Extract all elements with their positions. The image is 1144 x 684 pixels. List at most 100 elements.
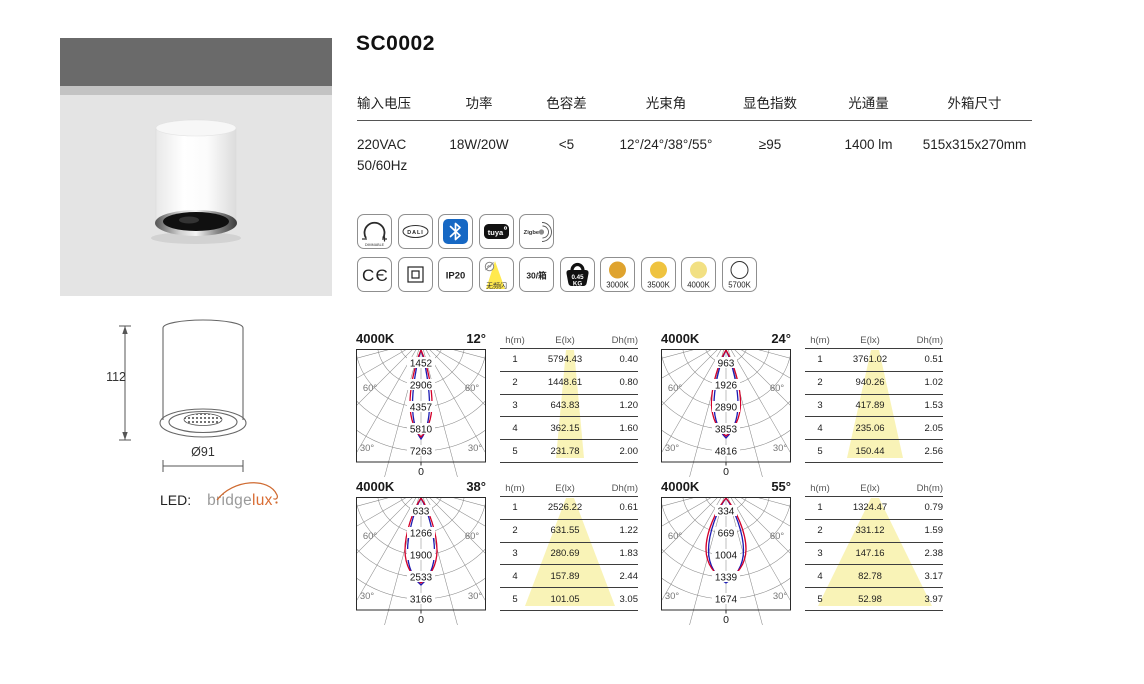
table-cell: 5: [500, 446, 530, 457]
table-row: 4157.892.44: [500, 565, 638, 588]
table-row: 3147.162.38: [805, 543, 943, 566]
photometric-set-24°: 4000K24°963192628903853481660°60°30°30°0…: [661, 331, 1107, 481]
photometric-set-55°: 4000K55°33466910041339167460°60°30°30°0h…: [661, 479, 1107, 629]
table-cell: 235.06: [835, 423, 905, 434]
diagram-header: 4000K55°: [661, 479, 791, 496]
table-header-cell: h(m): [500, 483, 530, 494]
svg-text:4357: 4357: [410, 403, 433, 414]
cct-5700k-icon: 5700K: [723, 258, 756, 291]
table-cell: 2.44: [600, 571, 638, 582]
cct-3000k-icon: 3000K: [600, 257, 635, 292]
spec-table: 输入电压功率色容差光束角显色指数光通量外箱尺寸 220VAC50/60Hz18W…: [357, 92, 1032, 176]
product-photo: [60, 38, 332, 296]
svg-text:KG: KG: [572, 281, 581, 288]
illuminance-table: h(m)E(lx)Dh(m)12526.220.612631.551.22328…: [500, 481, 638, 611]
svg-text:60°: 60°: [668, 531, 683, 542]
svg-text:4816: 4816: [715, 447, 738, 458]
no-flicker-icon: 无频闪: [480, 258, 513, 291]
led-brand-row: LED: bridgelux: [160, 492, 273, 510]
svg-text:1339: 1339: [715, 573, 738, 584]
svg-text:1004: 1004: [715, 551, 738, 562]
svg-text:963: 963: [718, 359, 735, 370]
qty-per-carton-icon: 30/箱: [519, 257, 554, 292]
svg-text:60°: 60°: [465, 383, 480, 394]
polar-plot: 633126619002533316660°60°30°30°0: [356, 497, 486, 630]
spec-header: 外箱尺寸: [917, 92, 1032, 112]
tuya-icon: tuya: [479, 214, 514, 249]
table-cell: 643.83: [530, 400, 600, 411]
svg-text:30/箱: 30/箱: [526, 271, 547, 281]
diagram-header: 4000K38°: [356, 479, 486, 496]
table-cell: 3: [805, 548, 835, 559]
ce-mark-icon: CЄ: [357, 257, 392, 292]
table-header-row: h(m)E(lx)Dh(m): [500, 481, 638, 497]
cct-label: 4000K: [356, 331, 394, 346]
table-cell: 2.38: [905, 548, 943, 559]
table-header-cell: E(lx): [530, 335, 600, 346]
table-cell: 4: [805, 571, 835, 582]
svg-text:1674: 1674: [715, 595, 738, 606]
table-cell: 2: [805, 377, 835, 388]
svg-text:30°: 30°: [773, 443, 788, 454]
svg-text:C: C: [362, 266, 374, 285]
cct-4000k-icon: 4000K: [682, 258, 715, 291]
dimension-drawing: [95, 316, 325, 486]
table-row: 2631.551.22: [500, 520, 638, 543]
table-cell: 5: [805, 446, 835, 457]
polar-intensity-diagram: 33466910041339167460°60°30°30°0: [661, 497, 791, 625]
svg-text:1900: 1900: [410, 551, 433, 562]
table-cell: 82.78: [835, 571, 905, 582]
table-header-cell: Dh(m): [600, 335, 638, 346]
table-row: 5231.782.00: [500, 440, 638, 463]
class-ii-insulation-icon: [398, 257, 433, 292]
dali-icon: DALI: [399, 215, 432, 248]
zigbee-icon: Zigbee: [519, 214, 554, 249]
led-label: LED:: [160, 492, 191, 508]
table-header-cell: h(m): [805, 483, 835, 494]
svg-text:30°: 30°: [468, 591, 483, 602]
beam-angle-label: 38°: [466, 479, 486, 494]
table-row: 4362.151.60: [500, 417, 638, 440]
svg-text:5700K: 5700K: [728, 281, 751, 290]
table-row: 3280.691.83: [500, 543, 638, 566]
spec-value: ≥95: [720, 134, 820, 176]
table-cell: 3: [500, 400, 530, 411]
cct-label: 4000K: [661, 479, 699, 494]
svg-text:Є: Є: [376, 266, 388, 285]
table-cell: 940.26: [835, 377, 905, 388]
table-cell: 1.60: [600, 423, 638, 434]
table-cell: 101.05: [530, 594, 600, 605]
downlight-product-image: [146, 116, 246, 256]
bluetooth-icon: [438, 214, 473, 249]
table-cell: 4: [500, 571, 530, 582]
svg-text:1926: 1926: [715, 381, 738, 392]
table-header-cell: Dh(m): [600, 483, 638, 494]
tuya-icon: tuya: [480, 215, 513, 248]
table-cell: 0.61: [600, 502, 638, 513]
svg-text:DALI: DALI: [407, 230, 424, 236]
table-cell: 231.78: [530, 446, 600, 457]
ip20-icon: IP20: [439, 258, 472, 291]
svg-text:30°: 30°: [360, 443, 375, 454]
table-header-row: h(m)E(lx)Dh(m): [805, 333, 943, 349]
table-row: 3417.891.53: [805, 395, 943, 418]
table-cell: 1: [805, 502, 835, 513]
svg-text:1452: 1452: [410, 359, 433, 370]
table-cell: 1: [500, 354, 530, 365]
table-cell: 52.98: [835, 594, 905, 605]
no-flicker-icon: 无频闪: [479, 257, 514, 292]
table-cell: 331.12: [835, 525, 905, 536]
table-cell: 2.56: [905, 446, 943, 457]
dimension-height-label: 112: [98, 370, 126, 384]
illuminance-table: h(m)E(lx)Dh(m)15794.430.4021448.610.8036…: [500, 333, 638, 463]
table-header-cell: Dh(m): [905, 483, 943, 494]
table-header-cell: h(m): [500, 335, 530, 346]
table-row: 12526.220.61: [500, 497, 638, 520]
ip20-icon: IP20: [438, 257, 473, 292]
table-cell: 1.53: [905, 400, 943, 411]
polar-intensity-diagram: 963192628903853481660°60°30°30°0: [661, 349, 791, 477]
polar-intensity-diagram: 1452290643575810726360°60°30°30°0: [356, 349, 486, 477]
beam-angle-label: 12°: [466, 331, 486, 346]
table-cell: 1.20: [600, 400, 638, 411]
spec-header: 光束角: [612, 92, 720, 112]
